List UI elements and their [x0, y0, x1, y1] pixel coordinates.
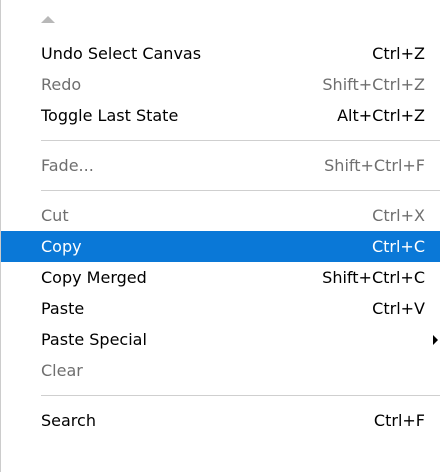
menu-item-paste-special[interactable]: Paste Special: [1, 324, 440, 355]
menu-item-label: Cut: [41, 206, 69, 225]
menu-separator: [41, 395, 440, 396]
menu-item-fade: Fade... Shift+Ctrl+F: [1, 150, 440, 181]
menu-item-shortcut: Shift+Ctrl+C: [322, 268, 425, 287]
menu-item-shortcut: Ctrl+C: [371, 237, 425, 256]
menu-item-label: Toggle Last State: [41, 106, 179, 125]
menu-item-copy[interactable]: Copy Ctrl+C: [1, 231, 440, 262]
menu-item-shortcut: Ctrl+Z: [372, 44, 425, 63]
menu-item-label: Clear: [41, 361, 83, 380]
scroll-up-arrow-icon: [41, 15, 55, 23]
menu-item-label: Paste Special: [41, 330, 147, 349]
menu-item-cut: Cut Ctrl+X: [1, 200, 440, 231]
menu-item-search[interactable]: Search Ctrl+F: [1, 405, 440, 436]
menu-item-shortcut: Ctrl+F: [373, 411, 425, 430]
menu-item-label: Paste: [41, 299, 85, 318]
menu-item-toggle-last-state[interactable]: Toggle Last State Alt+Ctrl+Z: [1, 100, 440, 131]
edit-context-menu: Undo Select Canvas Ctrl+Z Redo Shift+Ctr…: [0, 0, 440, 472]
menu-item-label: Undo Select Canvas: [41, 44, 202, 63]
menu-item-shortcut: Alt+Ctrl+Z: [337, 106, 425, 125]
menu-separator: [41, 190, 440, 191]
submenu-arrow-icon: [433, 334, 438, 345]
menu-item-copy-merged[interactable]: Copy Merged Shift+Ctrl+C: [1, 262, 440, 293]
menu-item-shortcut: Ctrl+V: [372, 299, 425, 318]
menu-item-label: Copy: [41, 237, 82, 256]
menu-item-label: Fade...: [41, 156, 94, 175]
menu-item-shortcut: Shift+Ctrl+Z: [322, 75, 425, 94]
menu-item-shortcut: Ctrl+X: [372, 206, 425, 225]
menu-item-paste[interactable]: Paste Ctrl+V: [1, 293, 440, 324]
menu-item-clear: Clear: [1, 355, 440, 386]
menu-item-undo-select-canvas[interactable]: Undo Select Canvas Ctrl+Z: [1, 38, 440, 69]
scroll-up-button[interactable]: [1, 0, 440, 38]
menu-item-redo: Redo Shift+Ctrl+Z: [1, 69, 440, 100]
menu-item-label: Search: [41, 411, 96, 430]
menu-item-shortcut: Shift+Ctrl+F: [324, 156, 425, 175]
menu-item-label: Redo: [41, 75, 82, 94]
menu-separator: [41, 140, 440, 141]
menu-item-label: Copy Merged: [41, 268, 147, 287]
